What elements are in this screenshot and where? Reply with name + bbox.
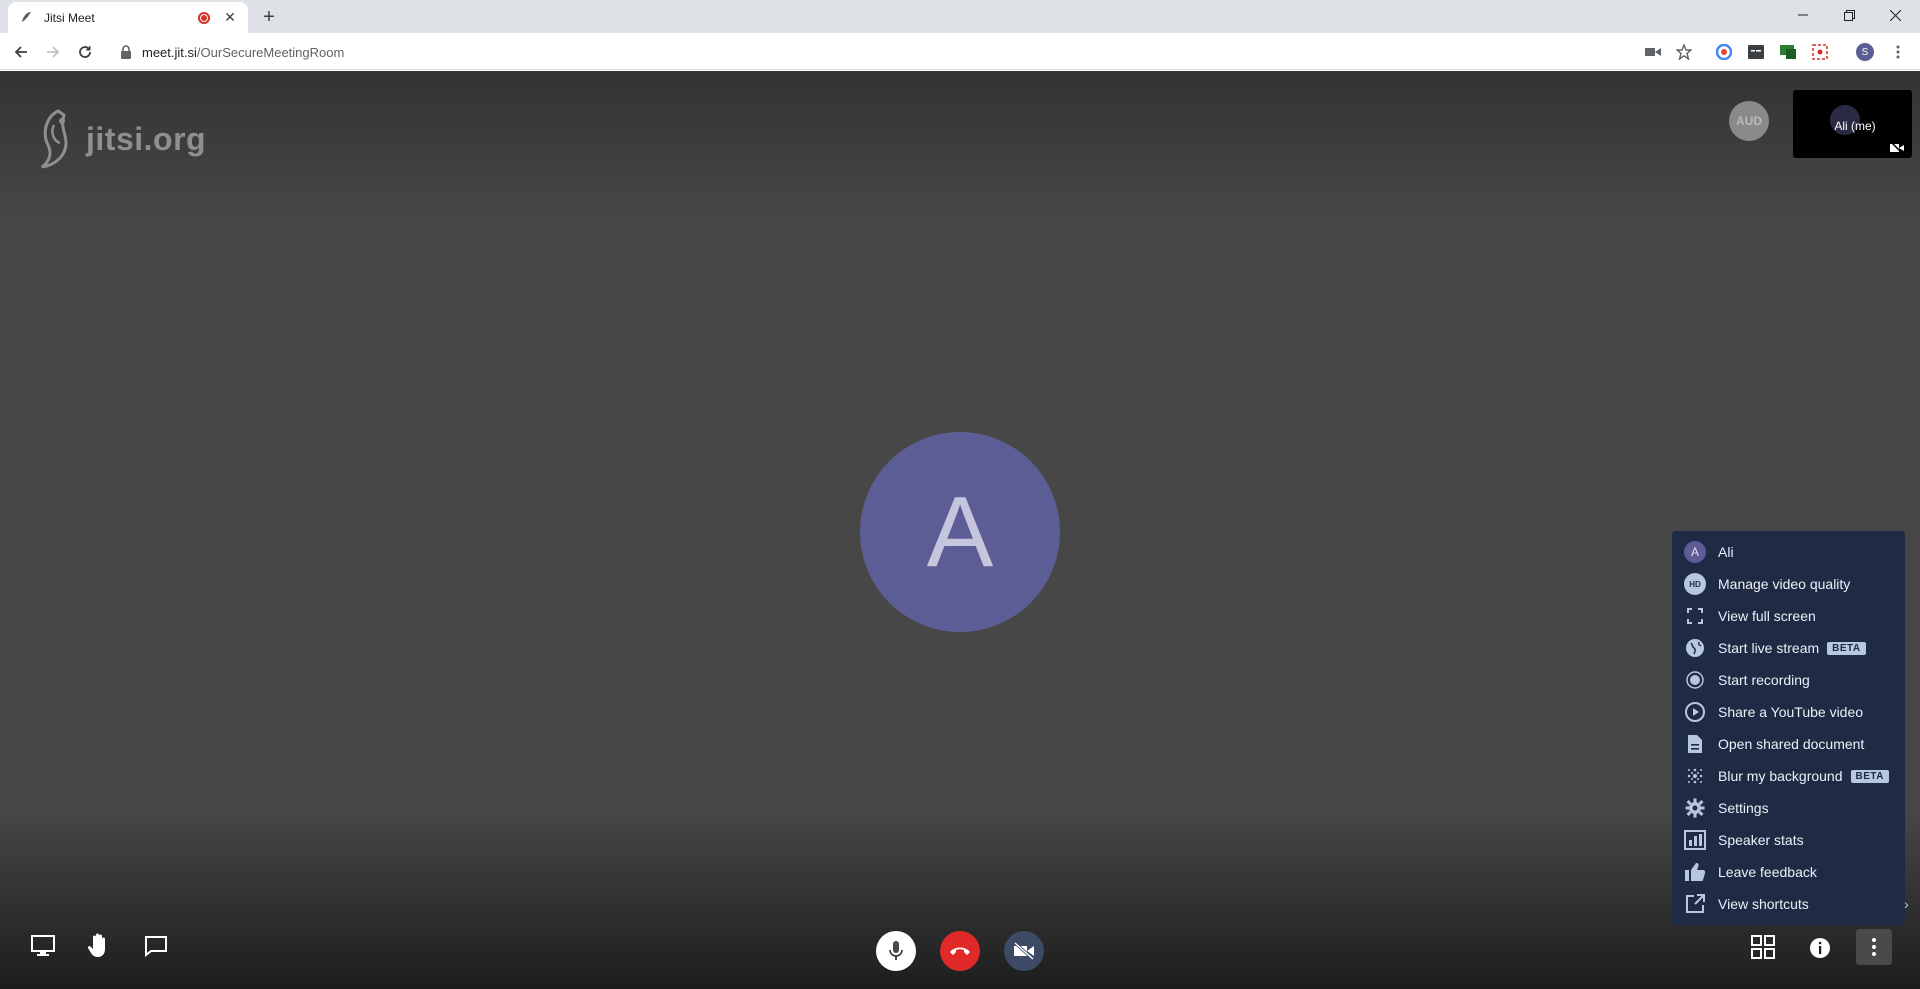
- browser-tab[interactable]: Jitsi Meet ✕: [8, 2, 248, 33]
- url-path: /OurSecureMeetingRoom: [196, 44, 345, 60]
- menu-item-live-stream[interactable]: Start live stream BETA: [1672, 632, 1905, 664]
- overflow-menu: A Ali HD Manage video quality View full …: [1672, 531, 1905, 925]
- new-tab-button[interactable]: +: [258, 6, 280, 28]
- blur-icon: [1684, 765, 1706, 787]
- forward-button[interactable]: [40, 39, 66, 65]
- desktop-icon: [31, 935, 55, 956]
- menu-item-label: View shortcuts: [1718, 896, 1809, 912]
- audio-participant-avatar[interactable]: AUD: [1729, 101, 1769, 141]
- profile-avatar-letter: A: [1684, 541, 1706, 563]
- minimize-window-button[interactable]: [1780, 0, 1826, 30]
- menu-item-label: Blur my background: [1718, 768, 1843, 784]
- profile-initial: S: [1856, 43, 1874, 61]
- camera-in-use-icon[interactable]: [1643, 42, 1663, 62]
- hd-icon: HD: [1684, 573, 1706, 595]
- menu-item-label: Ali: [1718, 544, 1734, 560]
- thumbs-up-icon: [1684, 861, 1706, 883]
- menu-item-video-quality[interactable]: HD Manage video quality: [1672, 568, 1905, 600]
- info-button[interactable]: [1805, 933, 1835, 963]
- menu-item-label: Share a YouTube video: [1718, 704, 1864, 720]
- hand-icon: [87, 933, 105, 957]
- tab-title: Jitsi Meet: [44, 10, 95, 25]
- menu-chevron-right-icon: ›: [1904, 896, 1909, 912]
- hd-icon-text: HD: [1684, 573, 1706, 595]
- url-host: meet.jit.si: [142, 44, 197, 60]
- close-tab-icon[interactable]: ✕: [222, 9, 238, 26]
- menu-item-feedback[interactable]: Leave feedback: [1672, 856, 1905, 888]
- video-muted-icon: [1890, 142, 1904, 154]
- jitsi-favicon-icon: [18, 10, 34, 26]
- play-icon: [1684, 701, 1706, 723]
- record-icon: [1684, 669, 1706, 691]
- address-bar[interactable]: meet.jit.si/OurSecureMeetingRoom: [108, 38, 1694, 66]
- menu-item-fullscreen[interactable]: View full screen: [1672, 600, 1905, 632]
- jitsi-watermark[interactable]: jitsi.org: [36, 107, 206, 171]
- tile-view-button[interactable]: [1748, 932, 1778, 962]
- lock-icon: [120, 45, 134, 59]
- beta-badge: BETA: [1850, 769, 1889, 783]
- menu-item-settings[interactable]: Settings: [1672, 792, 1905, 824]
- color-extension-icon[interactable]: [1714, 42, 1734, 62]
- hangup-icon: [950, 947, 970, 955]
- recording-indicator-icon: [198, 11, 210, 24]
- browser-tab-strip: Jitsi Meet ✕ +: [0, 0, 1920, 33]
- shield-extension-icon[interactable]: [1778, 42, 1798, 62]
- back-button[interactable]: [8, 39, 34, 65]
- raise-hand-button[interactable]: [84, 929, 114, 961]
- menu-item-label: Settings: [1718, 800, 1769, 816]
- meeting-stage: jitsi.org A AUD Ali (me): [0, 71, 1920, 989]
- reload-button[interactable]: [72, 39, 98, 65]
- menu-item-label: Manage video quality: [1718, 576, 1851, 592]
- document-icon: [1684, 733, 1706, 755]
- menu-item-label: Open shared document: [1718, 736, 1865, 752]
- url-text: meet.jit.si/OurSecureMeetingRoom: [142, 45, 344, 60]
- chat-button[interactable]: [141, 931, 171, 961]
- terminal-extension-icon[interactable]: [1746, 42, 1766, 62]
- menu-item-recording[interactable]: Start recording: [1672, 664, 1905, 696]
- menu-item-blur-background[interactable]: Blur my background BETA: [1672, 760, 1905, 792]
- restore-window-button[interactable]: [1826, 0, 1872, 30]
- camera-off-icon: [1014, 942, 1034, 960]
- microphone-icon: [889, 941, 903, 960]
- live-stream-icon: [1684, 637, 1706, 659]
- menu-item-label: Speaker stats: [1718, 832, 1804, 848]
- watermark-text: jitsi.org: [86, 120, 207, 157]
- top-gradient: [0, 71, 1920, 221]
- toggle-microphone-button[interactable]: [876, 931, 916, 971]
- fullscreen-icon: [1684, 605, 1706, 627]
- browser-toolbar: meet.jit.si/OurSecureMeetingRoom S: [0, 33, 1920, 70]
- bookmark-star-icon[interactable]: [1674, 42, 1694, 62]
- local-display-name: Ali (me): [1834, 119, 1876, 133]
- more-actions-button[interactable]: [1856, 929, 1892, 965]
- menu-item-shared-document[interactable]: Open shared document: [1672, 728, 1905, 760]
- toggle-camera-button[interactable]: [1004, 931, 1044, 971]
- gear-icon: [1684, 797, 1706, 819]
- menu-item-label: View full screen: [1718, 608, 1816, 624]
- menu-item-shortcuts[interactable]: View shortcuts: [1672, 888, 1905, 920]
- more-vertical-icon: [1872, 938, 1876, 956]
- profile-avatar-icon: A: [1684, 541, 1706, 563]
- local-video-thumbnail[interactable]: Ali (me): [1793, 90, 1912, 158]
- share-screen-button[interactable]: [28, 931, 58, 961]
- menu-item-label: Leave feedback: [1718, 864, 1817, 880]
- close-window-button[interactable]: [1872, 0, 1918, 30]
- beta-badge: BETA: [1827, 641, 1866, 655]
- jitsi-logo-icon: [41, 109, 68, 169]
- dominant-speaker-avatar: A: [860, 432, 1060, 632]
- menu-item-profile[interactable]: A Ali: [1672, 536, 1905, 568]
- external-link-icon: [1684, 893, 1706, 915]
- menu-item-youtube[interactable]: Share a YouTube video: [1672, 696, 1905, 728]
- browser-menu-icon[interactable]: [1888, 42, 1908, 62]
- info-icon: [1810, 938, 1830, 958]
- stats-icon: [1684, 829, 1706, 851]
- menu-item-label: Start recording: [1718, 672, 1810, 688]
- screenshot-extension-icon[interactable]: [1810, 42, 1830, 62]
- hangup-button[interactable]: [940, 931, 980, 971]
- tile-view-icon: [1751, 935, 1775, 959]
- chat-icon: [145, 936, 167, 957]
- menu-item-label: Start live stream: [1718, 640, 1820, 656]
- menu-item-speaker-stats[interactable]: Speaker stats: [1672, 824, 1905, 856]
- profile-avatar[interactable]: S: [1855, 42, 1875, 62]
